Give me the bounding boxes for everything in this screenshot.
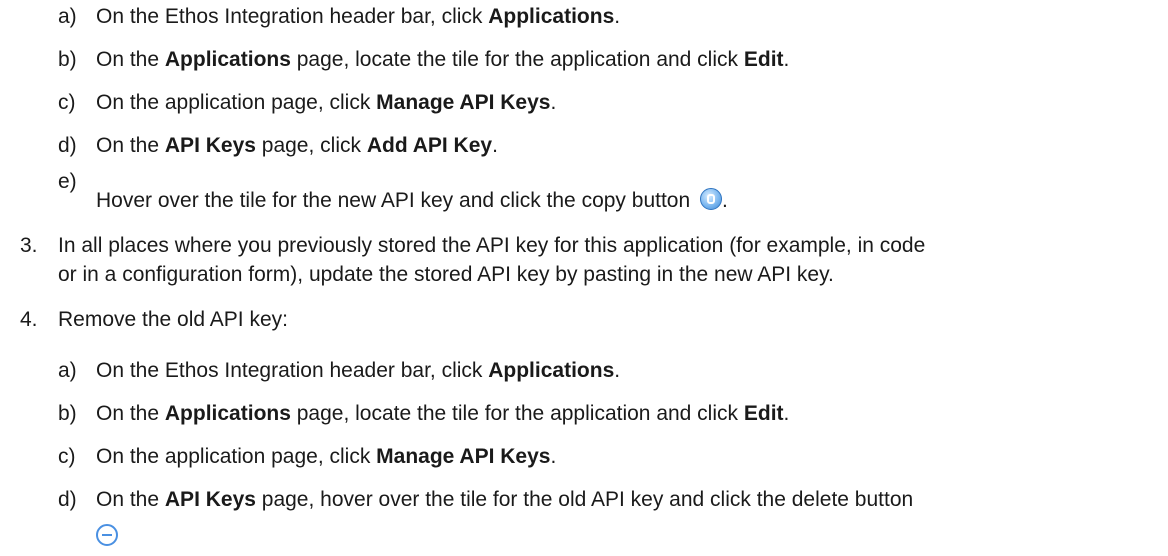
step4b-part-5: . (783, 402, 790, 425)
step2b-marker: b) (58, 48, 77, 71)
step2d-bold-add-api-key: Add API Key (366, 134, 493, 157)
step4b-text: On the Applications page, locate the til… (96, 400, 789, 427)
step2e-text: Hover over the tile for the new API key … (96, 187, 728, 214)
copy-button-icon (700, 188, 722, 210)
step2e-tail: . (722, 189, 728, 212)
step4a-bold-applications: Applications (488, 359, 615, 382)
step4b-part-1: On the (96, 402, 165, 425)
step2a-part-1: On the Ethos Integration header bar, cli… (96, 5, 489, 28)
step2d-part-3: page, click (255, 134, 367, 157)
step4c-marker: c) (58, 445, 76, 468)
delete-button-icon (96, 524, 118, 546)
step4d-part-1: On the (96, 488, 165, 511)
step4a-part-3: . (614, 359, 621, 382)
step4a-text: On the Ethos Integration header bar, cli… (96, 357, 620, 384)
step2a-marker: a) (58, 5, 77, 28)
step4d-marker: d) (58, 488, 77, 511)
step2e-part-1: Hover over the tile for the new API key … (96, 189, 696, 212)
step3-line2: or in a configuration form), update the … (58, 263, 834, 286)
step2b-bold-applications: Applications (164, 48, 291, 71)
step2b-text: On the Applications page, locate the til… (96, 46, 789, 73)
step4b-bold-applications: Applications (164, 402, 291, 425)
step4a-part-1: On the Ethos Integration header bar, cli… (96, 359, 489, 382)
step4b-bold-edit: Edit (743, 402, 784, 425)
document: a) On the Ethos Integration header bar, … (0, 0, 1168, 556)
step4c-bold-manage-api-keys: Manage API Keys (376, 445, 551, 468)
step2b-part-5: . (783, 48, 790, 71)
step4c-part-3: . (550, 445, 557, 468)
step4a-marker: a) (58, 359, 77, 382)
step4-text: Remove the old API key: (58, 308, 288, 331)
step4c-part-1: On the application page, click (96, 445, 377, 468)
step2d-marker: d) (58, 134, 77, 157)
step2d-bold-api-keys: API Keys (164, 134, 256, 157)
step2a-part-3: . (614, 5, 621, 28)
step2b-bold-edit: Edit (743, 48, 784, 71)
step2d-part-5: . (492, 134, 498, 157)
step4c-text: On the application page, click Manage AP… (96, 443, 556, 470)
step2e-marker: e) (58, 170, 77, 193)
step2b-part-3: page, locate the tile for the applicatio… (290, 48, 744, 71)
step2a-text: On the Ethos Integration header bar, cli… (96, 3, 620, 30)
step4d-bold-api-keys: API Keys (164, 488, 256, 511)
step2a-bold-applications: Applications (488, 5, 615, 28)
step2c-part-3: . (550, 91, 557, 114)
step2b-part-1: On the (96, 48, 165, 71)
step2c-marker: c) (58, 91, 76, 114)
step3-line1: In all places where you previously store… (58, 234, 926, 257)
step3-marker: 3. (20, 234, 38, 257)
step2d-part-1: On the (96, 134, 165, 157)
step2c-part-1: On the application page, click (96, 91, 377, 114)
step4-marker: 4. (20, 308, 38, 331)
step2d-text: On the API Keys page, click Add API Key. (96, 132, 498, 159)
step2c-bold-manage-api-keys: Manage API Keys (376, 91, 551, 114)
step4b-marker: b) (58, 402, 77, 425)
step4b-part-3: page, locate the tile for the applicatio… (290, 402, 744, 425)
step4d-text: On the API Keys page, hover over the til… (96, 486, 913, 513)
step4d-part-3: page, hover over the tile for the old AP… (255, 488, 914, 511)
step2c-text: On the application page, click Manage AP… (96, 89, 556, 116)
